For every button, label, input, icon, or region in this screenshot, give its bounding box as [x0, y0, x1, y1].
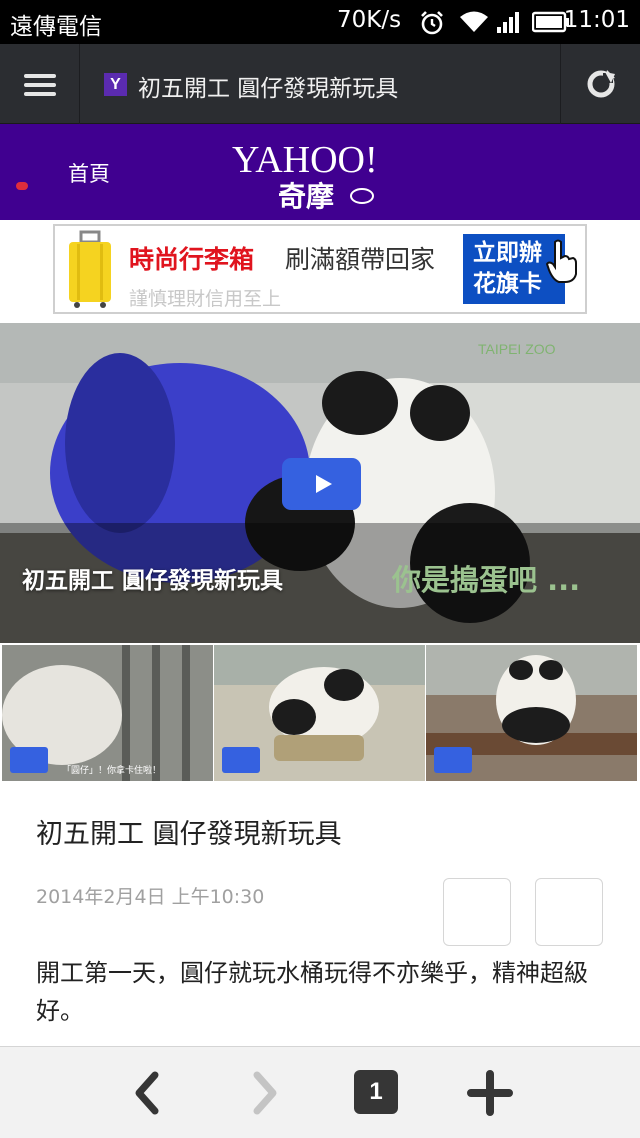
article-title: 初五開工 圓仔發現新玩具	[36, 819, 342, 850]
home-link[interactable]: 首頁	[68, 158, 110, 188]
ad-headline: 時尚行李箱	[129, 245, 255, 274]
status-bar: 遠傳電信 70K/s 11:01	[0, 0, 640, 44]
ad-banner[interactable]: 時尚行李箱 刷滿額帶回家 謹慎理財信用至上 立即辦 花旗卡	[53, 224, 587, 314]
video-thumbnail-3[interactable]	[426, 645, 637, 781]
yahoo-logo[interactable]: YAHOO! 奇摩	[232, 136, 392, 216]
zoo-watermark: TAIPEI ZOO	[478, 341, 556, 357]
video-badge	[434, 747, 472, 773]
ad-headline-2: 刷滿額帶回家	[285, 245, 436, 274]
hamburger-menu-icon-line	[24, 92, 56, 96]
signal-icon	[497, 12, 519, 33]
new-tab-icon[interactable]	[466, 1069, 514, 1117]
play-button[interactable]	[282, 458, 361, 510]
video-badge	[222, 747, 260, 773]
clock: 11:01	[563, 7, 630, 33]
share-button-1[interactable]	[443, 878, 511, 946]
yahoo-favicon: Y	[104, 73, 127, 96]
video-badge	[10, 747, 48, 773]
logo-sub: 奇摩	[278, 180, 334, 213]
featured-video[interactable]: TAIPEI ZOO 初五開工 圓仔發現新玩具 你是搗蛋吧 ...	[0, 323, 640, 643]
video-caption: 初五開工 圓仔發現新玩具	[22, 568, 284, 594]
network-speed: 70K/s	[337, 7, 402, 33]
carrier-name: 遠傳電信	[10, 14, 102, 40]
lips-icon	[16, 182, 28, 190]
thumbnail-caption: 「圓仔」！你拿卡住啦！	[62, 764, 161, 776]
tabs-button[interactable]: 1	[354, 1070, 398, 1114]
back-icon[interactable]	[124, 1069, 172, 1117]
forward-icon[interactable]	[240, 1069, 288, 1117]
article-date: 2014年2月4日 上午10:30	[36, 886, 265, 908]
hamburger-menu-icon	[24, 74, 56, 78]
reload-button[interactable]	[560, 44, 640, 124]
reload-icon	[587, 70, 615, 98]
hamburger-menu-icon-line	[24, 83, 56, 87]
video-subtitle: 你是搗蛋吧 ...	[392, 563, 581, 597]
hand-cursor-icon	[545, 239, 577, 283]
wifi-icon	[460, 11, 488, 32]
bottom-toolbar: 1	[0, 1046, 640, 1138]
address-bar[interactable]: Y 初五開工 圓仔發現新玩具	[80, 44, 560, 124]
video-thumbnail-2[interactable]	[214, 645, 425, 781]
article-body: 開工第一天，圓仔就玩水桶玩得不亦樂乎，精神超級好。	[36, 959, 588, 1025]
video-thumbnail-1[interactable]: 「圓仔」！你拿卡住啦！	[2, 645, 213, 781]
suitcase-icon	[69, 230, 111, 308]
share-button-2[interactable]	[535, 878, 603, 946]
ad-disclaimer: 謹慎理財信用至上	[129, 288, 282, 310]
logo-text: YAHOO!	[232, 139, 378, 181]
site-header: 首頁 YAHOO! 奇摩	[0, 124, 640, 220]
hamburger-menu-button[interactable]	[0, 44, 80, 124]
browser-toolbar: Y 初五開工 圓仔發現新玩具	[0, 44, 640, 124]
page-title: 初五開工 圓仔發現新玩具	[138, 76, 399, 102]
video-thumbnails: 「圓仔」！你拿卡住啦！	[0, 643, 640, 781]
alarm-icon	[421, 11, 443, 35]
